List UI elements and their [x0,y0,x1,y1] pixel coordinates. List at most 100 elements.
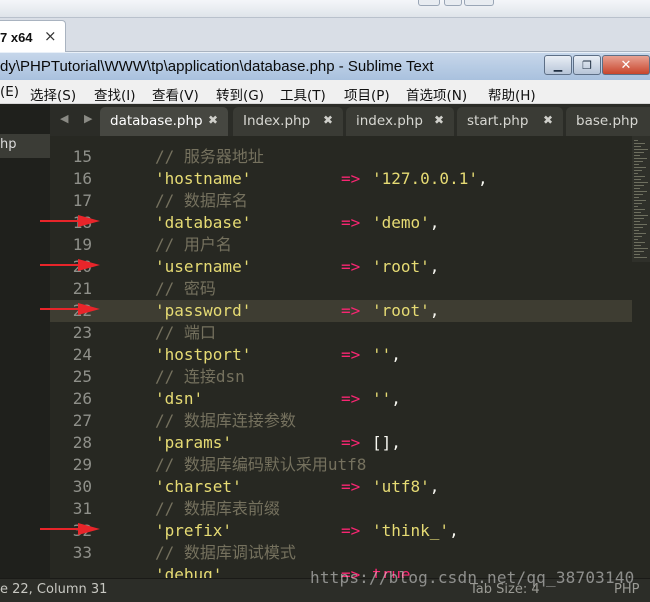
sidebar: hp [0,104,50,578]
tab-start-php[interactable]: start.php ✖ [457,107,563,136]
config-value: 'root' [372,301,430,320]
code-line[interactable]: // 数据库连接参数 [155,410,296,432]
code-comment: // 连接dsn [155,367,245,386]
window-controls: ▁ ❐ ✕ [543,55,650,77]
tab-index-php[interactable]: index.php ✖ [346,107,454,136]
comma: , [429,257,440,276]
config-value: 'demo' [372,213,430,232]
red-arrow-icon [40,259,100,271]
red-arrow-icon [40,215,100,227]
code-line[interactable]: // 用户名 [155,234,232,256]
code-line[interactable]: // 密码 [155,278,216,300]
tab-label: Index.php [243,113,311,129]
minimap-line [634,209,645,210]
minimap-line [634,182,648,183]
line-number: 28 [72,433,92,452]
menu-item[interactable]: 帮助(H) [488,84,536,104]
line-number: 24 [72,345,92,364]
minimap-line [634,149,648,150]
menu-item[interactable]: 转到(G) [216,84,264,104]
minimap-line [634,191,647,192]
config-key: 'database' [155,213,252,232]
config-key: 'hostport' [155,345,252,364]
minimap-line [634,212,641,213]
browser-control[interactable] [444,0,462,6]
window-title: dy\PHPTutorial\WWW\tp\application\databa… [0,58,434,75]
code-line[interactable]: // 数据库编码默认采用utf8 [155,454,366,476]
minimap-line [634,176,645,177]
arrow-operator: => [341,521,361,540]
minimap-line [634,221,640,222]
code-editor[interactable]: 15 // 服务器地址 16 'hostname' => '127.0.0.1', 17 //… [50,136,650,578]
code-comment: // 数据库调试模式 [155,543,296,562]
line-number: 23 [72,323,92,342]
config-key: 'prefix' [155,521,233,540]
cursor-position[interactable]: e 22, Column 31 [0,582,107,597]
editor-tab-bar: ◀ ▶ database.php ✖ Index.php ✖ index.php ✖ sta… [50,104,650,136]
menu-item[interactable]: (E) [0,84,19,100]
browser-tab[interactable]: 7 x64 × [0,20,66,52]
line-number: 15 [72,147,92,166]
minimap-line [634,155,640,156]
browser-control[interactable] [464,0,494,6]
menu-item[interactable]: 选择(S) [30,84,76,104]
minimize-button[interactable]: ▁ [544,55,572,75]
config-key: 'charset' [155,477,242,496]
tab-close-icon[interactable]: ✖ [543,113,553,127]
code-comment: // 数据库编码默认采用utf8 [155,455,367,474]
arrow-operator: => [341,169,361,188]
code-line[interactable]: // 数据库调试模式 [155,542,296,564]
tab-database-php[interactable]: database.php ✖ [100,107,228,136]
code-comment: // 数据库名 [155,191,248,210]
minimap-line [634,215,648,216]
code-line[interactable]: // 连接dsn [155,366,245,388]
browser-control[interactable] [418,0,440,6]
menu-item[interactable]: 首选项(N) [406,84,467,104]
minimap-line [634,257,647,258]
close-button[interactable]: ✕ [602,55,650,75]
code-comment: // 密码 [155,279,216,298]
menu-item[interactable]: 项目(P) [344,84,390,104]
line-number: 31 [72,499,92,518]
minimap-line [634,170,642,171]
menu-item[interactable]: 工具(T) [280,84,326,104]
arrow-operator: => [341,257,361,276]
code-line[interactable]: // 数据库表前缀 [155,498,280,520]
code-line[interactable]: // 端口 [155,322,216,344]
tab-index-php[interactable]: Index.php ✖ [233,107,343,136]
minimap-line [634,248,648,249]
minimap[interactable] [632,136,650,262]
line-number: 17 [72,191,92,210]
minimap-line [634,206,638,207]
arrow-operator: => [341,345,361,364]
minimap-line [634,152,644,153]
code-line[interactable]: // 数据库名 [155,190,248,212]
minimap-line [634,194,643,195]
comma: , [429,301,440,320]
minimap-line [634,230,639,231]
tab-nav-arrows-icon[interactable]: ◀ ▶ [60,112,98,125]
line-number [50,564,92,578]
minimap-line [634,140,638,141]
browser-top-strip [0,0,650,18]
code-line[interactable]: // 服务器地址 [155,146,264,168]
minimap-line [634,218,644,219]
minimap-line [634,173,638,174]
minimap-line [634,254,640,255]
tab-close-icon[interactable]: ✖ [434,113,444,127]
menu-item[interactable]: 查找(I) [94,84,136,104]
config-value: '127.0.0.1' [372,169,478,188]
menu-item[interactable]: 查看(V) [152,84,199,104]
browser-tab-label: 7 x64 [0,30,33,45]
config-key: 'hostname' [155,169,252,188]
minimap-line [634,164,639,165]
arrow-operator: => [341,213,361,232]
config-value: 'root' [372,257,430,276]
sidebar-item-file[interactable]: hp [0,134,50,158]
browser-tab-close-icon[interactable]: × [44,27,57,45]
tab-base-php[interactable]: base.php [566,107,650,136]
config-key: 'password' [155,301,252,320]
maximize-button[interactable]: ❐ [573,55,601,75]
tab-close-icon[interactable]: ✖ [208,113,218,127]
tab-close-icon[interactable]: ✖ [323,113,333,127]
